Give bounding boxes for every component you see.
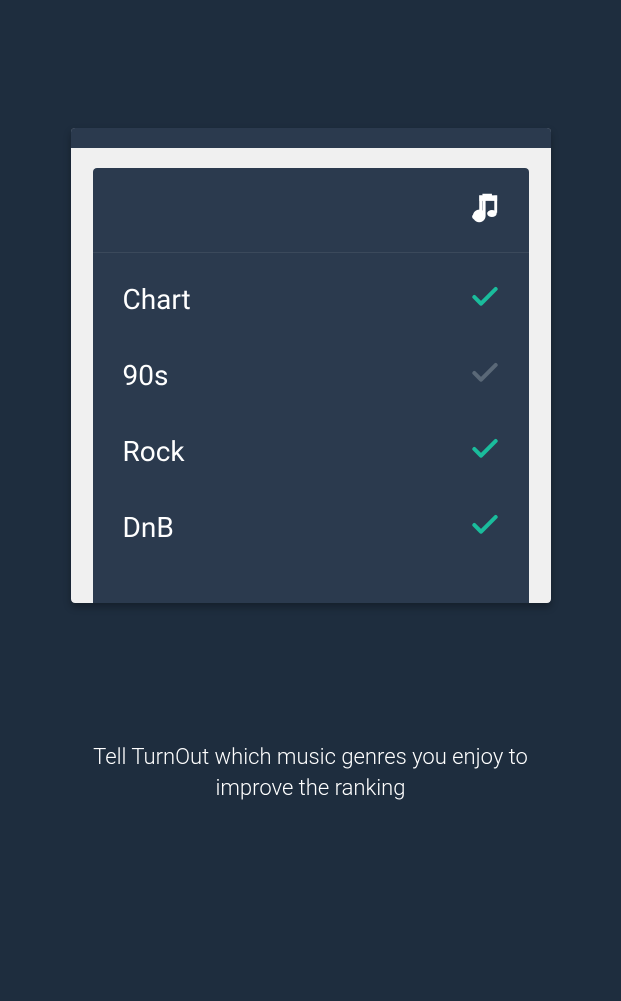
card-top: [93, 168, 529, 253]
check-icon: [469, 433, 501, 469]
genre-label: Rock: [123, 435, 185, 468]
card-inner: Chart 90s Rock: [93, 168, 529, 603]
genre-label: Chart: [123, 283, 191, 316]
card-header-bar: [71, 128, 551, 148]
genre-item-dnb[interactable]: DnB: [93, 489, 529, 565]
genre-list: Chart 90s Rock: [93, 253, 529, 573]
genre-card: Chart 90s Rock: [71, 128, 551, 603]
onboarding-caption: Tell TurnOut which music genres you enjo…: [61, 743, 561, 805]
music-note-icon: [465, 189, 503, 231]
check-icon: [469, 357, 501, 393]
genre-label: DnB: [123, 511, 174, 544]
genre-item-90s[interactable]: 90s: [93, 337, 529, 413]
check-icon: [469, 509, 501, 545]
genre-item-rock[interactable]: Rock: [93, 413, 529, 489]
genre-item-chart[interactable]: Chart: [93, 261, 529, 337]
genre-label: 90s: [123, 359, 169, 392]
check-icon: [469, 281, 501, 317]
